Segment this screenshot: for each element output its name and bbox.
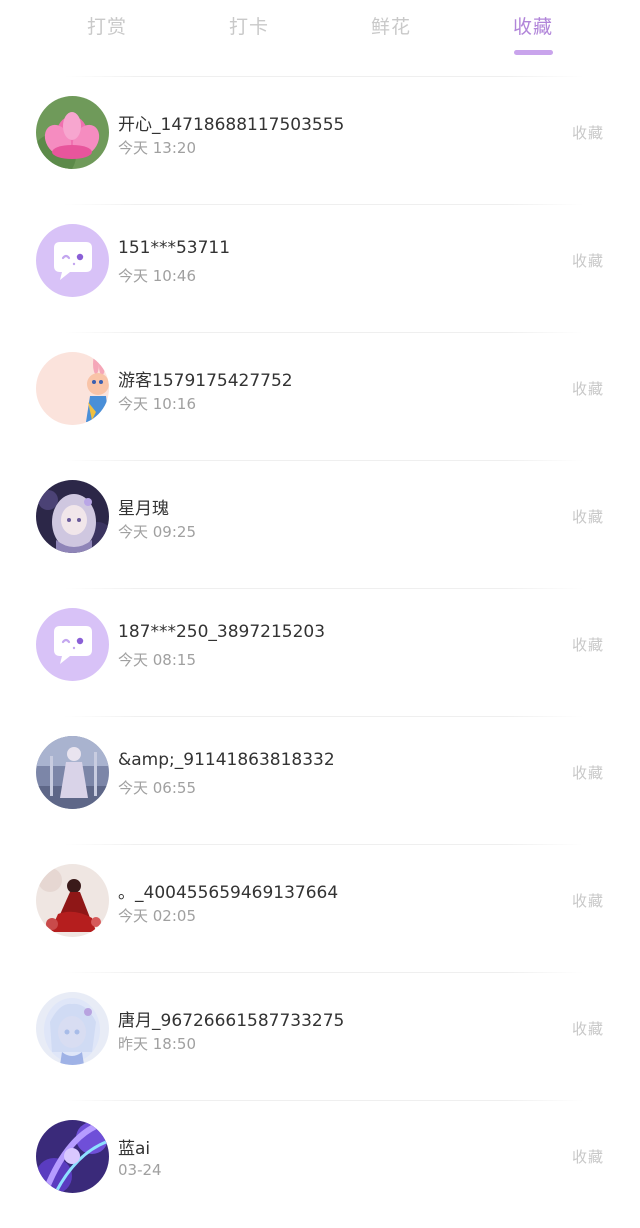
list-item[interactable]: 星月瑰 今天 09:25 收藏	[0, 460, 640, 588]
list-item[interactable]: 187***250_3897215203 今天 08:15 收藏	[0, 588, 640, 716]
purple-fantasy-avatar[interactable]	[36, 1120, 109, 1193]
favorite-time: 03-24	[118, 1161, 162, 1179]
list-item[interactable]: &amp;_91141863818332 今天 06:55 收藏	[0, 716, 640, 844]
tab-favorites[interactable]: 收藏	[483, 12, 583, 39]
active-tab-indicator	[514, 50, 553, 55]
user-name: 187***250_3897215203	[118, 622, 326, 642]
user-name: &amp;_91141863818332	[118, 750, 335, 770]
list-item[interactable]: 游客1579175427752 今天 10:16 收藏	[0, 332, 640, 460]
anime-white-hair-avatar[interactable]	[36, 992, 109, 1065]
favorite-time: 今天 10:16	[118, 395, 196, 413]
lotus-avatar[interactable]	[36, 96, 109, 169]
red-dress-avatar[interactable]	[36, 864, 109, 937]
user-name: 开心_14718688117503555	[118, 115, 345, 135]
favorite-time: 今天 08:15	[118, 651, 196, 669]
default-chat-avatar[interactable]	[36, 224, 109, 297]
user-name: 唐月_96726661587733275	[118, 1011, 345, 1031]
favorite-button[interactable]: 收藏	[572, 122, 604, 143]
list-item[interactable]: 开心_14718688117503555 今天 13:20 收藏	[0, 76, 640, 204]
default-chat-avatar[interactable]	[36, 608, 109, 681]
favorite-time: 今天 13:20	[118, 139, 196, 157]
user-name: 。_400455659469137664	[118, 883, 339, 903]
favorite-button[interactable]: 收藏	[572, 378, 604, 399]
favorite-button[interactable]: 收藏	[572, 1018, 604, 1039]
user-name: 游客1579175427752	[118, 371, 293, 391]
favorite-button[interactable]: 收藏	[572, 634, 604, 655]
figure-photo-avatar[interactable]	[36, 736, 109, 809]
tab-flowers[interactable]: 鲜花	[341, 12, 441, 39]
favorite-button[interactable]: 收藏	[572, 890, 604, 911]
favorite-time: 今天 02:05	[118, 907, 196, 925]
tab-checkin[interactable]: 打卡	[199, 12, 299, 39]
favorite-time: 今天 10:46	[118, 267, 196, 285]
favorite-button[interactable]: 收藏	[572, 506, 604, 527]
list-item[interactable]: 唐月_96726661587733275 昨天 18:50 收藏	[0, 972, 640, 1100]
tab-bar: 打赏 打卡 鲜花 收藏	[0, 0, 640, 62]
list-item[interactable]: 。_400455659469137664 今天 02:05 收藏	[0, 844, 640, 972]
tab-reward[interactable]: 打赏	[57, 12, 157, 39]
anime-girl-avatar[interactable]	[36, 480, 109, 553]
list-item[interactable]: 蓝ai 03-24 收藏	[0, 1100, 640, 1228]
user-name: 蓝ai	[118, 1139, 151, 1159]
favorite-time: 今天 09:25	[118, 523, 196, 541]
favorite-time: 昨天 18:50	[118, 1035, 196, 1053]
cartoon-bunny-avatar[interactable]	[36, 352, 109, 425]
user-name: 星月瑰	[118, 499, 169, 519]
favorite-button[interactable]: 收藏	[572, 1146, 604, 1167]
favorite-button[interactable]: 收藏	[572, 762, 604, 783]
favorite-time: 今天 06:55	[118, 779, 196, 797]
list-item[interactable]: 151***53711 今天 10:46 收藏	[0, 204, 640, 332]
user-name: 151***53711	[118, 238, 231, 258]
favorite-button[interactable]: 收藏	[572, 250, 604, 271]
